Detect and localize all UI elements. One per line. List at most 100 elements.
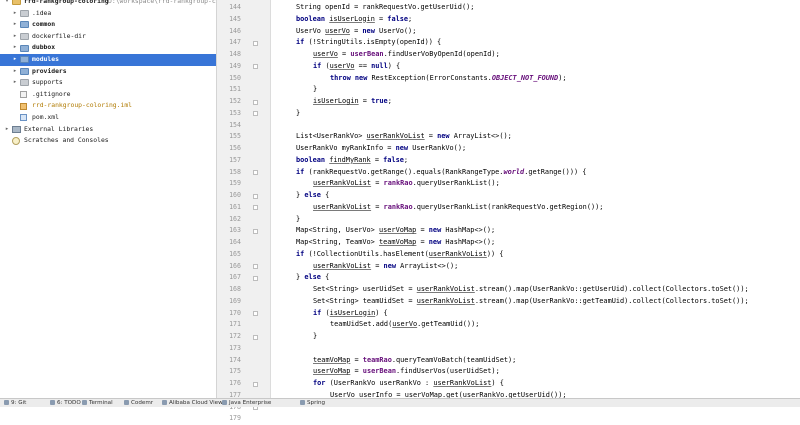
code-line[interactable]: UserRankVo myRankInfo = new UserRankVo()…: [296, 143, 466, 155]
collapse-arrow-icon[interactable]: ▸: [12, 54, 18, 66]
tree-item-supports[interactable]: ▸ supports: [0, 77, 216, 89]
code-line[interactable]: userVo = userBean.findUserVoByOpenId(ope…: [313, 49, 500, 61]
tool-tab-label: Codemr: [131, 400, 154, 406]
fold-toggle-icon[interactable]: [253, 228, 258, 234]
code-line[interactable]: isUserLogin = true;: [313, 96, 392, 108]
variable-token: userRankVoList: [313, 261, 372, 270]
fold-toggle-icon[interactable]: [253, 381, 258, 387]
line-number: 152: [229, 97, 241, 105]
code-token: ArrayList<>();: [400, 261, 459, 270]
collapse-arrow-icon[interactable]: ▸: [12, 8, 18, 20]
code-line[interactable]: String openId = rankRequestVo.getUserUid…: [296, 2, 474, 14]
fold-toggle-icon[interactable]: [253, 264, 258, 269]
code-token: Map<String, TeamVo>: [296, 238, 379, 246]
code-line[interactable]: if (!StringUtils.isEmpty(openId)) {: [296, 37, 441, 49]
expand-arrow-icon[interactable]: ▾: [4, 0, 10, 8]
code-line[interactable]: userVoMap = userBean.findUserVos(userUid…: [313, 366, 500, 378]
code-line[interactable]: for (UserRankVo userRankVo : userRankVoL…: [313, 378, 504, 390]
fold-toggle-icon[interactable]: [253, 275, 258, 281]
tree-item-external-libraries[interactable]: ▸ External Libraries: [0, 124, 216, 136]
code-token: =: [424, 132, 438, 141]
code-token: ) {: [375, 308, 388, 317]
code-line[interactable]: }: [313, 331, 317, 343]
code-token: String openId = rankRequestVo.getUserUid…: [296, 3, 475, 11]
code-line[interactable]: throw new RestException(ErrorConstants.O…: [330, 73, 567, 85]
code-token: =: [374, 14, 388, 23]
editor-gutter[interactable]: 144 145 146 147 148 149 150 151 152 153 154 155 156 1…: [217, 0, 271, 422]
collapse-arrow-icon[interactable]: ▸: [12, 42, 18, 54]
tree-item-rrd-rankgroup-coloring-iml[interactable]: rrd-rankgroup-coloring.iml: [0, 100, 216, 112]
code-line[interactable]: }: [296, 108, 300, 120]
code-editor[interactable]: 144 145 146 147 148 149 150 151 152 153 154 155 156 1…: [217, 0, 800, 422]
code-line[interactable]: if (isUserLogin) {: [313, 308, 388, 320]
keyword-token: new: [437, 132, 454, 141]
code-line[interactable]: } else {: [296, 272, 329, 284]
folder-icon: [12, 0, 21, 6]
code-line[interactable]: Set<String> userUidSet = userRankVoList.…: [313, 284, 749, 296]
line-number: 158: [229, 167, 241, 176]
variable-token: userVo: [325, 26, 350, 35]
tree-item-dubbox[interactable]: ▸ dubbox: [0, 42, 216, 54]
project-tree-panel[interactable]: ▾ rrd-rankgroup-coloring D:\workspace\rrd-…: [0, 0, 217, 398]
code-token: UserVo();: [379, 26, 417, 35]
variable-token: userVoMap: [404, 390, 443, 398]
fold-toggle-icon[interactable]: [253, 311, 258, 316]
tree-item-rrd-rankgroup-coloring[interactable]: ▾ rrd-rankgroup-coloring D:\workspace\rrd-…: [0, 0, 216, 8]
code-line[interactable]: boolean findMyRank = false;: [296, 155, 408, 167]
line-number: 160: [229, 191, 241, 199]
code-line[interactable]: }: [296, 214, 300, 226]
code-line[interactable]: UserVo userInfo = userVoMap.get(userRank…: [330, 390, 567, 398]
code-line[interactable]: userRankVoList = new ArrayList<>();: [313, 261, 458, 273]
code-line[interactable]: Map<String, TeamVo> teamVoMap = new Hash…: [296, 237, 495, 249]
tree-item-common[interactable]: ▸ common: [0, 19, 216, 31]
collapse-arrow-icon[interactable]: ▸: [12, 31, 18, 43]
collapse-arrow-icon[interactable]: ▸: [12, 66, 18, 78]
code-line[interactable]: userRankVoList = rankRao.queryUserRankLi…: [313, 202, 603, 214]
code-line[interactable]: teamVoMap = teamRao.queryTeamVoBatch(tea…: [313, 355, 516, 367]
code-line[interactable]: }: [313, 84, 317, 96]
code-line[interactable]: userRankVoList = rankRao.queryUserRankLi…: [313, 178, 500, 190]
code-line[interactable]: } else {: [296, 190, 329, 202]
field-token: userBean: [362, 367, 396, 376]
tree-item-modules[interactable]: ▸ modules: [0, 53, 216, 66]
module-folder-icon: [20, 56, 29, 64]
code-token: ==: [354, 61, 372, 70]
code-line[interactable]: List<UserRankVo> userRankVoList = new Ar…: [296, 131, 512, 143]
code-token: {: [325, 191, 330, 199]
code-token: (rankRequestVo.getRange().equals(RankRan…: [308, 167, 504, 176]
tree-item-providers[interactable]: ▸ providers: [0, 66, 216, 78]
code-area[interactable]: String openId = rankRequestVo.getUserUid…: [271, 0, 800, 398]
fold-toggle-icon[interactable]: [253, 64, 258, 70]
fold-toggle-icon[interactable]: [253, 40, 258, 46]
code-line[interactable]: UserVo userVo = new UserVo();: [296, 26, 416, 38]
line-number: 174: [229, 355, 241, 364]
line-number: 159: [229, 179, 241, 188]
variable-token: userRankVoList: [366, 132, 425, 141]
fold-toggle-icon[interactable]: [253, 111, 258, 117]
tree-item-scratches-and-consoles[interactable]: Scratches and Consoles: [0, 135, 216, 147]
tree-item-gitignore[interactable]: .gitignore: [0, 89, 216, 101]
code-token: =: [349, 26, 363, 35]
tree-item-idea[interactable]: ▸ .idea: [0, 8, 216, 20]
code-line[interactable]: boolean isUserLogin = false;: [296, 14, 412, 26]
fold-toggle-icon[interactable]: [253, 193, 258, 199]
collapse-arrow-icon[interactable]: ▸: [12, 19, 18, 31]
tree-item-label: rrd-rankgroup-coloring: [24, 0, 109, 5]
fold-toggle-icon[interactable]: [253, 99, 258, 105]
tree-item-pom-xml[interactable]: pom.xml: [0, 112, 216, 124]
collapse-arrow-icon[interactable]: ▸: [4, 124, 10, 136]
code-line[interactable]: Set<String> teamUidSet = userRankVoList.…: [313, 296, 749, 308]
code-line[interactable]: if (rankRequestVo.getRange().equals(Rank…: [296, 167, 586, 179]
collapse-arrow-icon[interactable]: ▸: [12, 77, 18, 89]
line-number: 154: [229, 120, 241, 129]
tree-item-dockerfile-dir[interactable]: ▸ dockerfile-dir: [0, 31, 216, 43]
code-line[interactable]: teamUidSet.add(userVo.getTeamUid());: [330, 319, 479, 331]
code-line[interactable]: Map<String, UserVo> userVoMap = new Hash…: [296, 225, 495, 237]
code-line[interactable]: if (!CollectionUtils.hasElement(userRank…: [296, 249, 503, 261]
todo-icon: [50, 400, 55, 405]
code-line[interactable]: if (userVo == null) {: [313, 61, 400, 73]
fold-toggle-icon[interactable]: [253, 170, 258, 175]
fold-toggle-icon[interactable]: [253, 334, 258, 340]
code-token: =: [371, 261, 384, 270]
fold-toggle-icon[interactable]: [253, 205, 258, 211]
